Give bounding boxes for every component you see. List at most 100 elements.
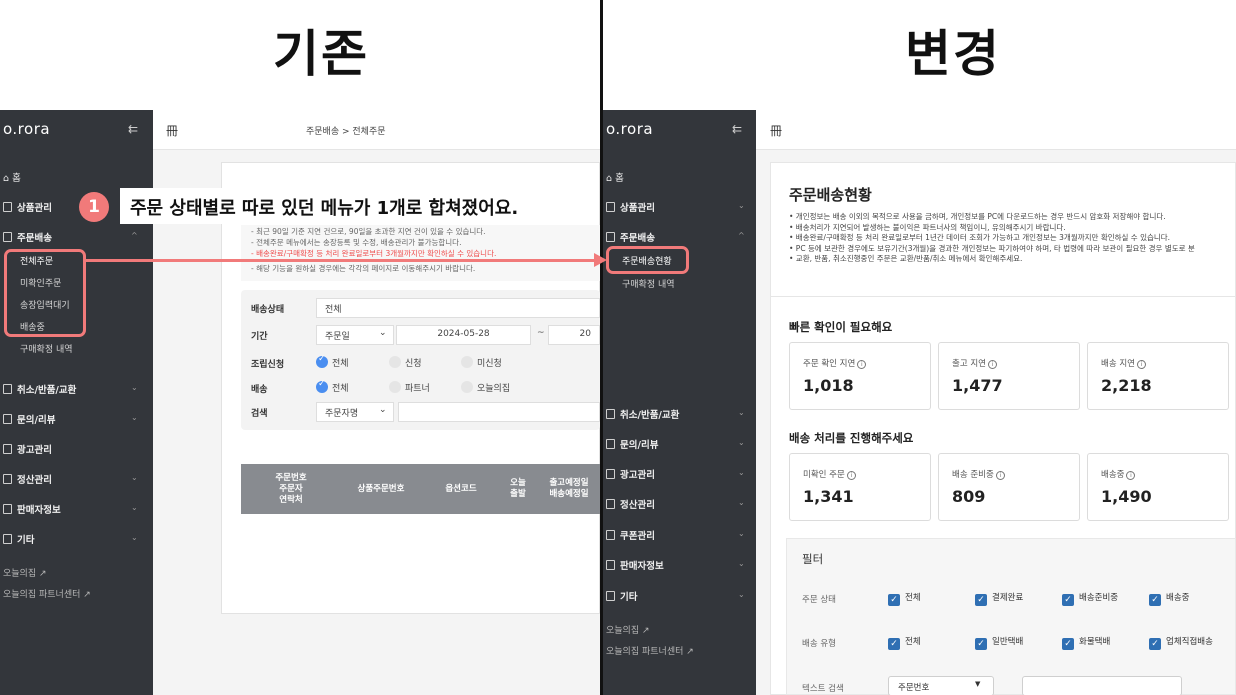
sidebar-item-products[interactable]: 상품관리 ⌄ bbox=[606, 200, 751, 214]
radio-icon bbox=[461, 381, 473, 393]
checkbox-type-freight[interactable]: ✓ 화물택배 bbox=[1062, 635, 1110, 650]
radio-delivery-all[interactable]: 전체 bbox=[316, 379, 349, 394]
stat-value: 1,341 bbox=[803, 487, 854, 506]
checkbox-status-paid[interactable]: ✓ 결제완료 bbox=[975, 591, 1023, 606]
chevron-down-icon: ⌄ bbox=[131, 533, 138, 542]
text-search-type-select[interactable]: 주문번호 ▼ bbox=[888, 676, 994, 695]
menu-doc-icon bbox=[606, 439, 615, 449]
info-icon[interactable]: i bbox=[995, 471, 1005, 480]
chevron-down-icon: ⌄ bbox=[131, 383, 138, 392]
radio-delivery-partner[interactable]: 파트너 bbox=[389, 381, 430, 394]
new-sidebar: o.rora ⇇ ⌂ 홈 상품관리 ⌄ 주문배송 ^ 주문배송현황 구매확정 내… bbox=[603, 110, 756, 695]
checkbox-type-all[interactable]: ✓ 전체 bbox=[888, 635, 921, 650]
logo[interactable]: o.rora bbox=[3, 120, 50, 138]
info-icon[interactable]: i bbox=[1136, 360, 1146, 369]
collapse-sidebar-icon[interactable]: ⇇ bbox=[732, 122, 742, 136]
checkbox-type-parcel[interactable]: ✓ 일반택배 bbox=[975, 635, 1023, 650]
footer-link-ohouse[interactable]: 오늘의집 ↗ bbox=[606, 623, 650, 636]
sidebar-item-products[interactable]: 상품관리 bbox=[3, 200, 52, 214]
sidebar-item-etc[interactable]: 기타 ⌄ bbox=[606, 589, 751, 603]
stat-card-shipping[interactable]: 배송중 i 1,490 bbox=[1087, 453, 1229, 521]
radio-assembly-all[interactable]: 전체 bbox=[316, 354, 349, 369]
search-input[interactable] bbox=[398, 402, 600, 422]
info-icon[interactable]: i bbox=[1126, 471, 1136, 480]
sidebar-item-orders[interactable]: 주문배송 ^ bbox=[606, 230, 751, 244]
period-label: 기간 bbox=[251, 332, 268, 342]
menu-doc-icon bbox=[3, 474, 12, 484]
checkbox-status-preparing[interactable]: ✓ 배송준비중 bbox=[1062, 591, 1118, 606]
date-from-input[interactable]: 2024-05-28 bbox=[396, 325, 531, 345]
menu-doc-icon bbox=[606, 499, 615, 509]
footer-link-partner-center[interactable]: 오늘의집 파트너센터 ↗ bbox=[3, 587, 91, 600]
info-icon[interactable]: i bbox=[987, 360, 997, 369]
date-to-input[interactable]: 20 bbox=[548, 325, 600, 345]
sidebar-item-etc[interactable]: 기타 ⌄ bbox=[3, 532, 148, 546]
assembly-label: 조립신청 bbox=[251, 360, 285, 370]
menu-doc-icon bbox=[606, 469, 615, 479]
radio-assembly-not-requested[interactable]: 미신청 bbox=[461, 356, 502, 369]
sidebar-item-cancel[interactable]: 취소/반품/교환 ⌄ bbox=[3, 382, 148, 396]
logo[interactable]: o.rora bbox=[606, 120, 653, 138]
sidebar-item-home[interactable]: ⌂ 홈 bbox=[3, 170, 21, 184]
table-header: 주문번호 주문자 연락처 상품주문번호 옵션코드 오늘 출발 출고예정일 배송예… bbox=[241, 464, 600, 514]
notice-item: • PC 등에 보관한 경우에도 보유기간(3개월)을 경과한 개인정보는 파기… bbox=[789, 243, 1195, 253]
sidebar-item-inquiry[interactable]: 문의/리뷰 ⌄ bbox=[3, 412, 148, 426]
collapse-sidebar-icon[interactable]: ⇇ bbox=[128, 122, 138, 136]
stat-card-delivery-delay[interactable]: 배송 지연 i 2,218 bbox=[1087, 342, 1229, 410]
store-icon[interactable]: 冊 bbox=[166, 122, 178, 139]
checkbox-status-all[interactable]: ✓ 전체 bbox=[888, 591, 921, 606]
menu-doc-icon bbox=[3, 504, 12, 514]
sidebar-subitem-purchase-confirmed[interactable]: 구매확정 내역 bbox=[622, 277, 675, 290]
sidebar-item-seller[interactable]: 판매자정보 ⌄ bbox=[606, 558, 751, 572]
sidebar-item-settlement[interactable]: 정산관리 ⌄ bbox=[606, 497, 751, 511]
menu-doc-icon bbox=[606, 202, 615, 212]
sidebar-item-seller[interactable]: 판매자정보 ⌄ bbox=[3, 502, 148, 516]
radio-delivery-ohouse[interactable]: 오늘의집 bbox=[461, 381, 510, 394]
check-icon: ✓ bbox=[1062, 594, 1074, 606]
chevron-down-icon: ⌄ bbox=[131, 503, 138, 512]
radio-checked-icon bbox=[316, 354, 328, 368]
sidebar-item-home[interactable]: ⌂ 홈 bbox=[606, 170, 624, 184]
breadcrumb: 주문배송 > 전체주문 bbox=[306, 127, 386, 137]
menu-doc-icon bbox=[606, 409, 615, 419]
check-icon: ✓ bbox=[975, 638, 987, 650]
sidebar-item-settlement[interactable]: 정산관리 ⌄ bbox=[3, 472, 148, 486]
stat-card-order-confirm-delay[interactable]: 주문 확인 지연 i 1,018 bbox=[789, 342, 931, 410]
stat-card-shipment-delay[interactable]: 출고 지연 i 1,477 bbox=[938, 342, 1080, 410]
menu-doc-icon bbox=[606, 591, 615, 601]
sidebar-subitem-purchase-confirmed[interactable]: 구매확정 내역 bbox=[20, 342, 73, 355]
check-icon: ✓ bbox=[888, 638, 900, 650]
radio-icon bbox=[389, 381, 401, 393]
stat-value: 1,018 bbox=[803, 376, 854, 395]
sidebar-item-cancel[interactable]: 취소/반품/교환 ⌄ bbox=[606, 407, 751, 421]
info-icon[interactable]: i bbox=[857, 360, 867, 369]
sidebar-item-ads[interactable]: 광고관리 bbox=[3, 442, 52, 456]
status-select[interactable]: 전체 bbox=[316, 298, 600, 318]
stat-card-preparing[interactable]: 배송 준비중 i 809 bbox=[938, 453, 1080, 521]
callout-text: 주문 상태별로 따로 있던 메뉴가 1개로 합쳐졌어요. bbox=[120, 188, 529, 224]
text-search-input[interactable] bbox=[1022, 676, 1182, 695]
menu-doc-icon bbox=[3, 414, 12, 424]
radio-assembly-requested[interactable]: 신청 bbox=[389, 356, 422, 369]
info-icon[interactable]: i bbox=[846, 471, 856, 480]
footer-link-partner-center[interactable]: 오늘의집 파트너센터 ↗ bbox=[606, 644, 694, 657]
sidebar-item-orders[interactable]: 주문배송 ^ bbox=[3, 230, 148, 244]
chevron-down-icon: ⌄ bbox=[738, 590, 745, 599]
checkbox-type-direct[interactable]: ✓ 업체직접배송 bbox=[1149, 635, 1213, 650]
heading-before: 기존 bbox=[273, 25, 369, 83]
footer-link-ohouse[interactable]: 오늘의집 ↗ bbox=[3, 566, 47, 579]
topbar: 冊 bbox=[756, 110, 1236, 150]
period-type-select[interactable]: 주문일 ⌄ bbox=[316, 325, 394, 345]
store-icon[interactable]: 冊 bbox=[770, 122, 782, 139]
check-icon: ✓ bbox=[975, 594, 987, 606]
sidebar-item-ads[interactable]: 광고관리 ⌄ bbox=[606, 467, 751, 481]
sidebar-item-inquiry[interactable]: 문의/리뷰 ⌄ bbox=[606, 437, 751, 451]
chevron-down-icon: ⌄ bbox=[379, 328, 387, 338]
sidebar-item-coupon[interactable]: 쿠폰관리 ⌄ bbox=[606, 528, 751, 542]
notice-list: • 개인정보는 배송 이외의 목적으로 사용을 금하며, 개인정보를 PC에 다… bbox=[789, 212, 1195, 265]
checkbox-status-shipping[interactable]: ✓ 배송중 bbox=[1149, 591, 1189, 606]
status-label: 배송상태 bbox=[251, 305, 285, 315]
stat-card-unconfirmed[interactable]: 미확인 주문 i 1,341 bbox=[789, 453, 931, 521]
search-type-select[interactable]: 주문자명 ⌄ bbox=[316, 402, 394, 422]
column-header: 옵션코드 bbox=[445, 484, 477, 494]
